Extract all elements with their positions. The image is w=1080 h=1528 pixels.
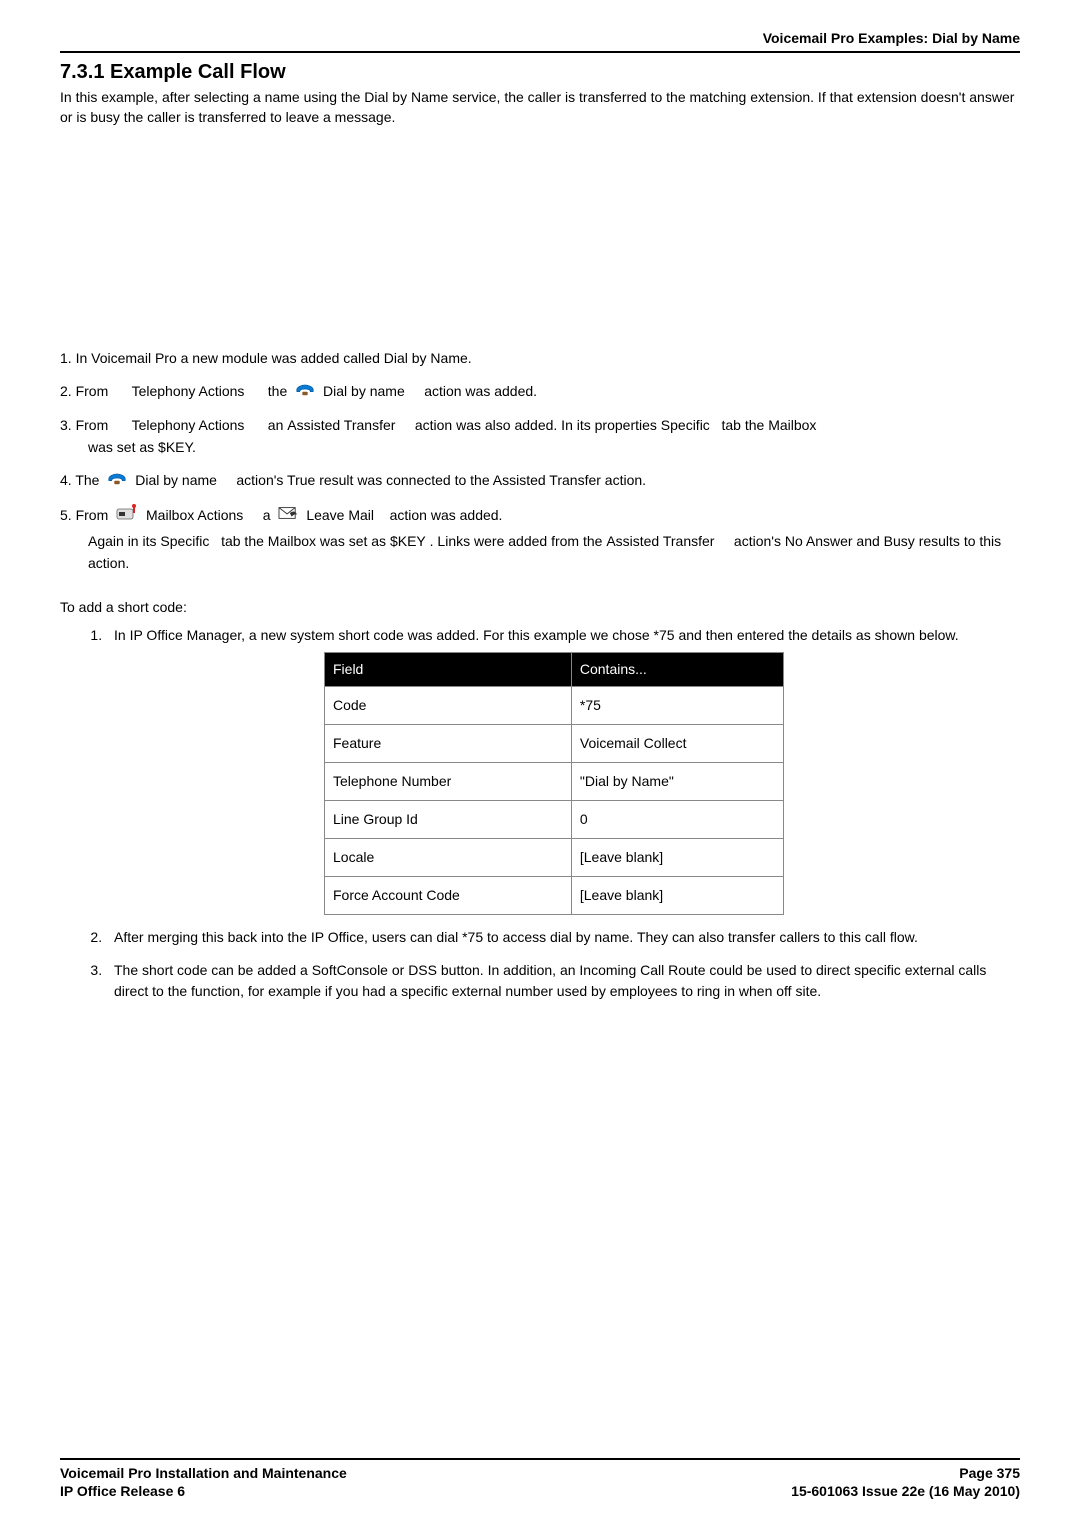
table-row: Feature Voicemail Collect bbox=[325, 724, 784, 762]
step-5-f-e: was set as bbox=[320, 533, 390, 549]
table-cell-value: "Dial by Name" bbox=[571, 762, 783, 800]
header-breadcrumb: Voicemail Pro Examples: Dial by Name bbox=[60, 30, 1020, 46]
step-3-specific: Specific bbox=[661, 417, 714, 433]
section-intro: In this example, after selecting a name … bbox=[60, 88, 1020, 127]
table-cell-value: [Leave blank] bbox=[571, 876, 783, 914]
step-3-assisted: Assisted Transfer bbox=[287, 417, 399, 433]
table-cell-value: 0 bbox=[571, 800, 783, 838]
phone-icon bbox=[294, 380, 316, 404]
step-1: 1. In Voicemail Pro a new module was add… bbox=[60, 347, 1020, 369]
step-3-mailbox: Mailbox bbox=[768, 417, 816, 433]
mailbox-icon bbox=[115, 503, 139, 529]
table-cell-field: Locale bbox=[325, 838, 572, 876]
step-5-f-c: tab the bbox=[221, 533, 268, 549]
step-5-e: action was added. bbox=[390, 507, 503, 523]
footer-right-issue: 15-601063 Issue 22e (16 May 2010) bbox=[791, 1482, 1020, 1500]
table-row: Code *75 bbox=[325, 686, 784, 724]
table-row: Locale [Leave blank] bbox=[325, 838, 784, 876]
step-5-c: a bbox=[263, 507, 275, 523]
phone-icon bbox=[106, 469, 128, 493]
table-cell-value: [Leave blank] bbox=[571, 838, 783, 876]
shortcode-item-1-text: In IP Office Manager, a new system short… bbox=[114, 627, 959, 643]
envelope-icon bbox=[277, 504, 299, 528]
step-2-a: 2. From bbox=[60, 383, 112, 399]
table-cell-field: Force Account Code bbox=[325, 876, 572, 914]
step-2-dialbyname: Dial by name bbox=[323, 383, 409, 399]
step-5-f-key: $KEY bbox=[390, 533, 426, 549]
step-2: 2. From Telephony Actions the Dial by na… bbox=[60, 380, 1020, 404]
step-2-c: the bbox=[268, 383, 291, 399]
step-3-telephony: Telephony Actions bbox=[132, 417, 249, 433]
table-cell-value: Voicemail Collect bbox=[571, 724, 783, 762]
step-5-f-assisted: Assisted Transfer bbox=[606, 533, 718, 549]
table-cell-value: *75 bbox=[571, 686, 783, 724]
step-2-e: action was added. bbox=[424, 383, 537, 399]
shortcode-list: In IP Office Manager, a new system short… bbox=[60, 625, 1020, 1002]
table-cell-field: Line Group Id bbox=[325, 800, 572, 838]
footer-rule bbox=[60, 1458, 1020, 1460]
section-title: 7.3.1 Example Call Flow bbox=[60, 61, 1020, 84]
step-4: 4. The Dial by name action's True result… bbox=[60, 469, 1020, 493]
step-3: 3. From Telephony Actions an Assisted Tr… bbox=[60, 414, 1020, 459]
shortcode-heading: To add a short code: bbox=[60, 599, 1020, 615]
step-4-a: 4. The bbox=[60, 472, 103, 488]
footer-left-title: Voicemail Pro Installation and Maintenan… bbox=[60, 1464, 347, 1482]
step-5: 5. From Mailbox Actions a Leave Mail act… bbox=[60, 503, 1020, 574]
step-5-f-a: Again in its bbox=[88, 533, 160, 549]
step-5-f: Again in its Specific tab the Mailbox wa… bbox=[60, 530, 1020, 575]
table-cell-field: Code bbox=[325, 686, 572, 724]
step-4-c: action's True result was connected to th… bbox=[236, 472, 646, 488]
step-4-dialbyname: Dial by name bbox=[135, 472, 221, 488]
step-2-telephony: Telephony Actions bbox=[132, 383, 249, 399]
step-5-mailboxactions: Mailbox Actions bbox=[146, 507, 247, 523]
table-cell-field: Telephone Number bbox=[325, 762, 572, 800]
step-5-a: 5. From bbox=[60, 507, 112, 523]
table-row: Line Group Id 0 bbox=[325, 800, 784, 838]
step-5-f-mailbox: Mailbox bbox=[268, 533, 316, 549]
shortcode-item-1: In IP Office Manager, a new system short… bbox=[106, 625, 1020, 915]
table-row: Telephone Number "Dial by Name" bbox=[325, 762, 784, 800]
step-3-a: 3. From bbox=[60, 417, 112, 433]
shortcode-item-3: The short code can be added a SoftConsol… bbox=[106, 960, 1020, 1002]
step-5-f-g: . Links were added from the bbox=[430, 533, 607, 549]
step-3-i: was set as $KEY. bbox=[60, 436, 1020, 458]
footer-left-release: IP Office Release 6 bbox=[60, 1482, 347, 1500]
step-3-g: tab the bbox=[721, 417, 768, 433]
shortcode-table: Field Contains... Code *75 Feature Voice… bbox=[324, 652, 784, 915]
step-5-leavemail: Leave Mail bbox=[306, 507, 378, 523]
table-cell-field: Feature bbox=[325, 724, 572, 762]
table-row: Force Account Code [Leave blank] bbox=[325, 876, 784, 914]
table-header-contains: Contains... bbox=[571, 652, 783, 686]
shortcode-item-2: After merging this back into the IP Offi… bbox=[106, 927, 1020, 948]
step-3-c: an bbox=[268, 417, 287, 433]
footer-right-page: Page 375 bbox=[791, 1464, 1020, 1482]
step-5-f-specific: Specific bbox=[160, 533, 213, 549]
step-3-e: action was also added. In its properties bbox=[415, 417, 661, 433]
table-header-field: Field bbox=[325, 652, 572, 686]
page-footer: Voicemail Pro Installation and Maintenan… bbox=[60, 1458, 1020, 1500]
header-rule bbox=[60, 51, 1020, 53]
